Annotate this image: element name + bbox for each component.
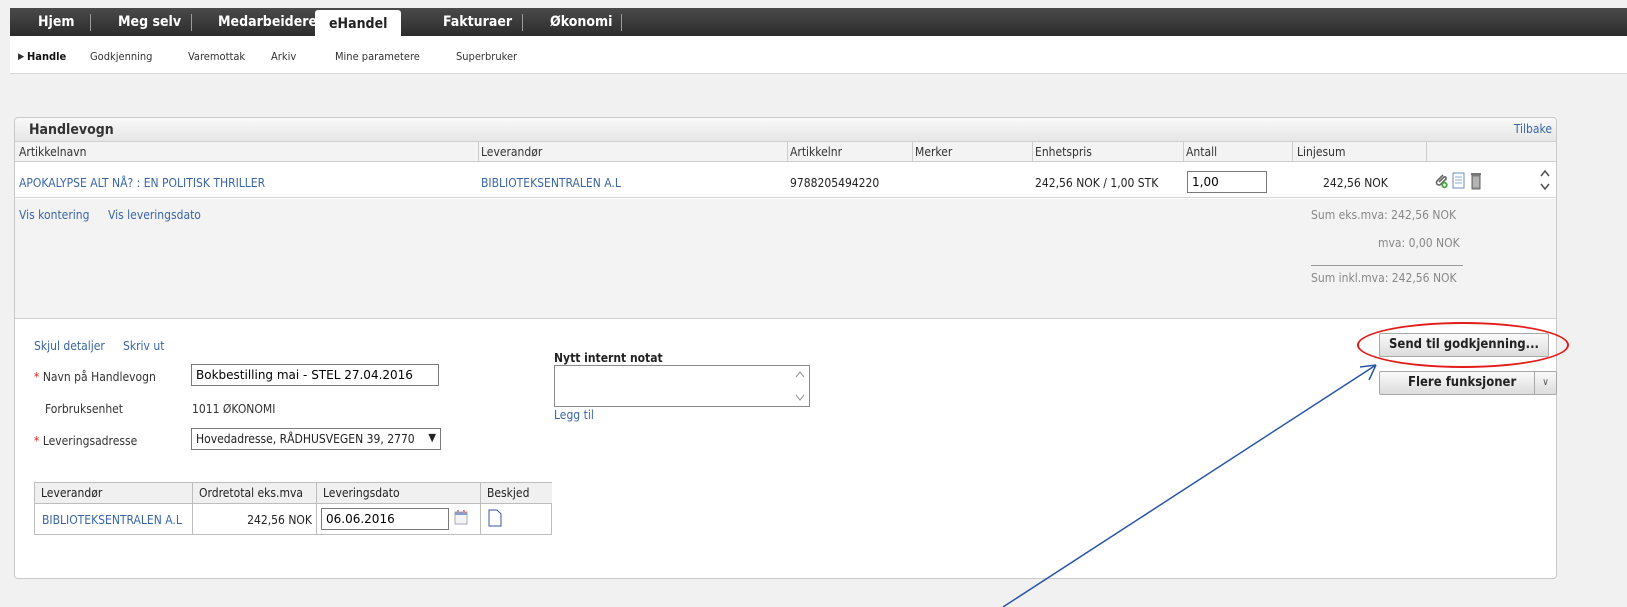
column-divider xyxy=(912,142,913,162)
skriv-ut-link[interactable]: Skriv ut xyxy=(123,339,164,353)
nav-separator xyxy=(191,14,192,31)
sup-total-cell: 242,56 NOK xyxy=(193,504,317,535)
subnav-godkjenning[interactable]: Godkjenning xyxy=(90,50,152,63)
more-functions-label: Flere funksjoner xyxy=(1408,375,1517,390)
subnav-superbruker[interactable]: Superbruker xyxy=(456,50,517,63)
col-artikkelnr[interactable]: Artikkelnr xyxy=(790,145,842,159)
column-divider xyxy=(1426,142,1427,162)
chevron-down-icon[interactable]: ∨ xyxy=(1534,372,1556,394)
message-document-icon[interactable] xyxy=(488,509,502,527)
arrow-right-icon: ▶ xyxy=(18,52,25,62)
sup-total: 242,56 NOK xyxy=(247,513,312,527)
cart-item-row: APOKALYPSE ALT NÅ? : EN POLITISK THRILLE… xyxy=(15,162,1556,198)
column-divider xyxy=(787,142,788,162)
cart-panel: Handlevogn Tilbake Artikkelnavn Leverand… xyxy=(14,117,1557,579)
address-value: Hovedadresse, RÅDHUSVEGEN 39, 2770 xyxy=(196,432,415,446)
delivery-date-input[interactable] xyxy=(321,508,449,530)
sup-date-cell xyxy=(317,504,481,535)
nav-separator xyxy=(522,14,523,31)
quantity-input[interactable] xyxy=(1187,171,1267,193)
nav-separator xyxy=(621,14,622,31)
sup-col-leveringsdato: Leveringsdato xyxy=(317,483,481,504)
sum-ex-vat: Sum eks.mva: 242,56 NOK xyxy=(1311,208,1457,222)
vis-kontering-link[interactable]: Vis kontering xyxy=(19,208,89,222)
sup-supplier-cell: BIBLIOTEKSENTRALEN A.L xyxy=(35,504,193,535)
col-leverandor[interactable]: Leverandør xyxy=(481,145,542,159)
sum-inc-vat: Sum inkl.mva: 242,56 NOK xyxy=(1311,271,1457,285)
vis-leveringsdato-link[interactable]: Vis leveringsdato xyxy=(108,208,201,222)
column-divider xyxy=(1032,142,1033,162)
sum-divider xyxy=(1311,265,1463,266)
item-supplier-link[interactable]: BIBLIOTEKSENTRALEN A.L xyxy=(481,176,621,190)
sup-col-leverandor: Leverandør xyxy=(35,483,193,504)
calendar-icon[interactable] xyxy=(454,509,468,525)
cart-column-header: Artikkelnavn Leverandør Artikkelnr Merke… xyxy=(15,142,1556,162)
subnav-mine-parametere[interactable]: Mine parametere xyxy=(335,50,420,63)
delivery-address-select[interactable]: Hovedadresse, RÅDHUSVEGEN 39, 2770 ▼ xyxy=(191,428,441,450)
skjul-detaljer-link[interactable]: Skjul detaljer xyxy=(34,339,105,353)
address-label: * Leveringsadresse xyxy=(34,434,138,448)
nav-separator xyxy=(90,14,91,31)
cart-summary: Vis kontering Vis leveringsdato Sum eks.… xyxy=(15,199,1556,319)
scroll-arrows-icon[interactable] xyxy=(795,370,805,402)
sup-message-cell xyxy=(481,504,552,535)
col-merker[interactable]: Merker xyxy=(915,145,952,159)
subnav-handle[interactable]: Handle xyxy=(27,50,66,63)
tab-ehandel[interactable]: eHandel xyxy=(315,10,402,38)
cart-title: Handlevogn xyxy=(29,122,114,138)
tab-medarbeidere[interactable]: Medarbeidere xyxy=(204,8,331,36)
supplier-order-table: Leverandør Ordretotal eks.mva Leveringsd… xyxy=(34,482,552,535)
sup-supplier-link[interactable]: BIBLIOTEKSENTRALEN A.L xyxy=(42,513,182,527)
sup-col-beskjed: Beskjed xyxy=(481,483,552,504)
add-note-link[interactable]: Legg til xyxy=(554,408,594,422)
document-icon[interactable] xyxy=(1452,172,1466,190)
subnav-varemottak[interactable]: Varemottak xyxy=(188,50,245,63)
col-antall[interactable]: Antall xyxy=(1186,145,1217,159)
internal-note-textarea[interactable] xyxy=(554,365,810,407)
sup-col-ordretotal: Ordretotal eks.mva xyxy=(193,483,317,504)
tab-hjem[interactable]: Hjem xyxy=(24,8,89,36)
trash-icon[interactable] xyxy=(1470,171,1482,190)
sub-navigation: ▶ Handle Godkjenning Varemottak Arkiv Mi… xyxy=(10,36,1627,74)
more-functions-button[interactable]: Flere funksjoner ∨ xyxy=(1379,371,1557,395)
item-line-sum: 242,56 NOK xyxy=(1323,176,1388,190)
back-link[interactable]: Tilbake xyxy=(1514,122,1552,136)
col-artikkelnavn[interactable]: Artikkelnavn xyxy=(19,145,86,159)
name-label: * Navn på Handlevogn xyxy=(34,370,156,384)
chevron-down-icon: ▼ xyxy=(428,431,436,444)
col-linjesum[interactable]: Linjesum xyxy=(1297,145,1346,159)
column-divider xyxy=(1183,142,1184,162)
note-title: Nytt internt notat xyxy=(554,351,663,365)
unit-label: Forbruksenhet xyxy=(45,402,124,416)
column-divider xyxy=(1292,142,1293,162)
main-navigation: Hjem Meg selv Medarbeidere eHandel Faktu… xyxy=(10,8,1627,38)
item-unit-price: 242,56 NOK / 1,00 STK xyxy=(1035,176,1159,190)
tab-okonomi[interactable]: Økonomi xyxy=(536,8,626,36)
subnav-arkiv[interactable]: Arkiv xyxy=(271,50,296,63)
paperclip-icon[interactable] xyxy=(1432,172,1450,190)
unit-value: 1011 ØKONOMI xyxy=(192,402,276,416)
tab-meg-selv[interactable]: Meg selv xyxy=(104,8,195,36)
annotation-circle xyxy=(1357,322,1569,368)
cart-name-input[interactable] xyxy=(191,364,439,386)
cart-header: Handlevogn Tilbake xyxy=(15,118,1556,142)
reorder-arrows-icon[interactable] xyxy=(1539,168,1551,192)
item-article-no: 9788205494220 xyxy=(790,176,880,190)
item-name-link[interactable]: APOKALYPSE ALT NÅ? : EN POLITISK THRILLE… xyxy=(19,176,265,190)
col-enhetspris[interactable]: Enhetspris xyxy=(1035,145,1092,159)
vat-amount: mva: 0,00 NOK xyxy=(1378,236,1460,250)
tab-fakturaer[interactable]: Fakturaer xyxy=(429,8,526,36)
column-divider xyxy=(478,142,479,162)
